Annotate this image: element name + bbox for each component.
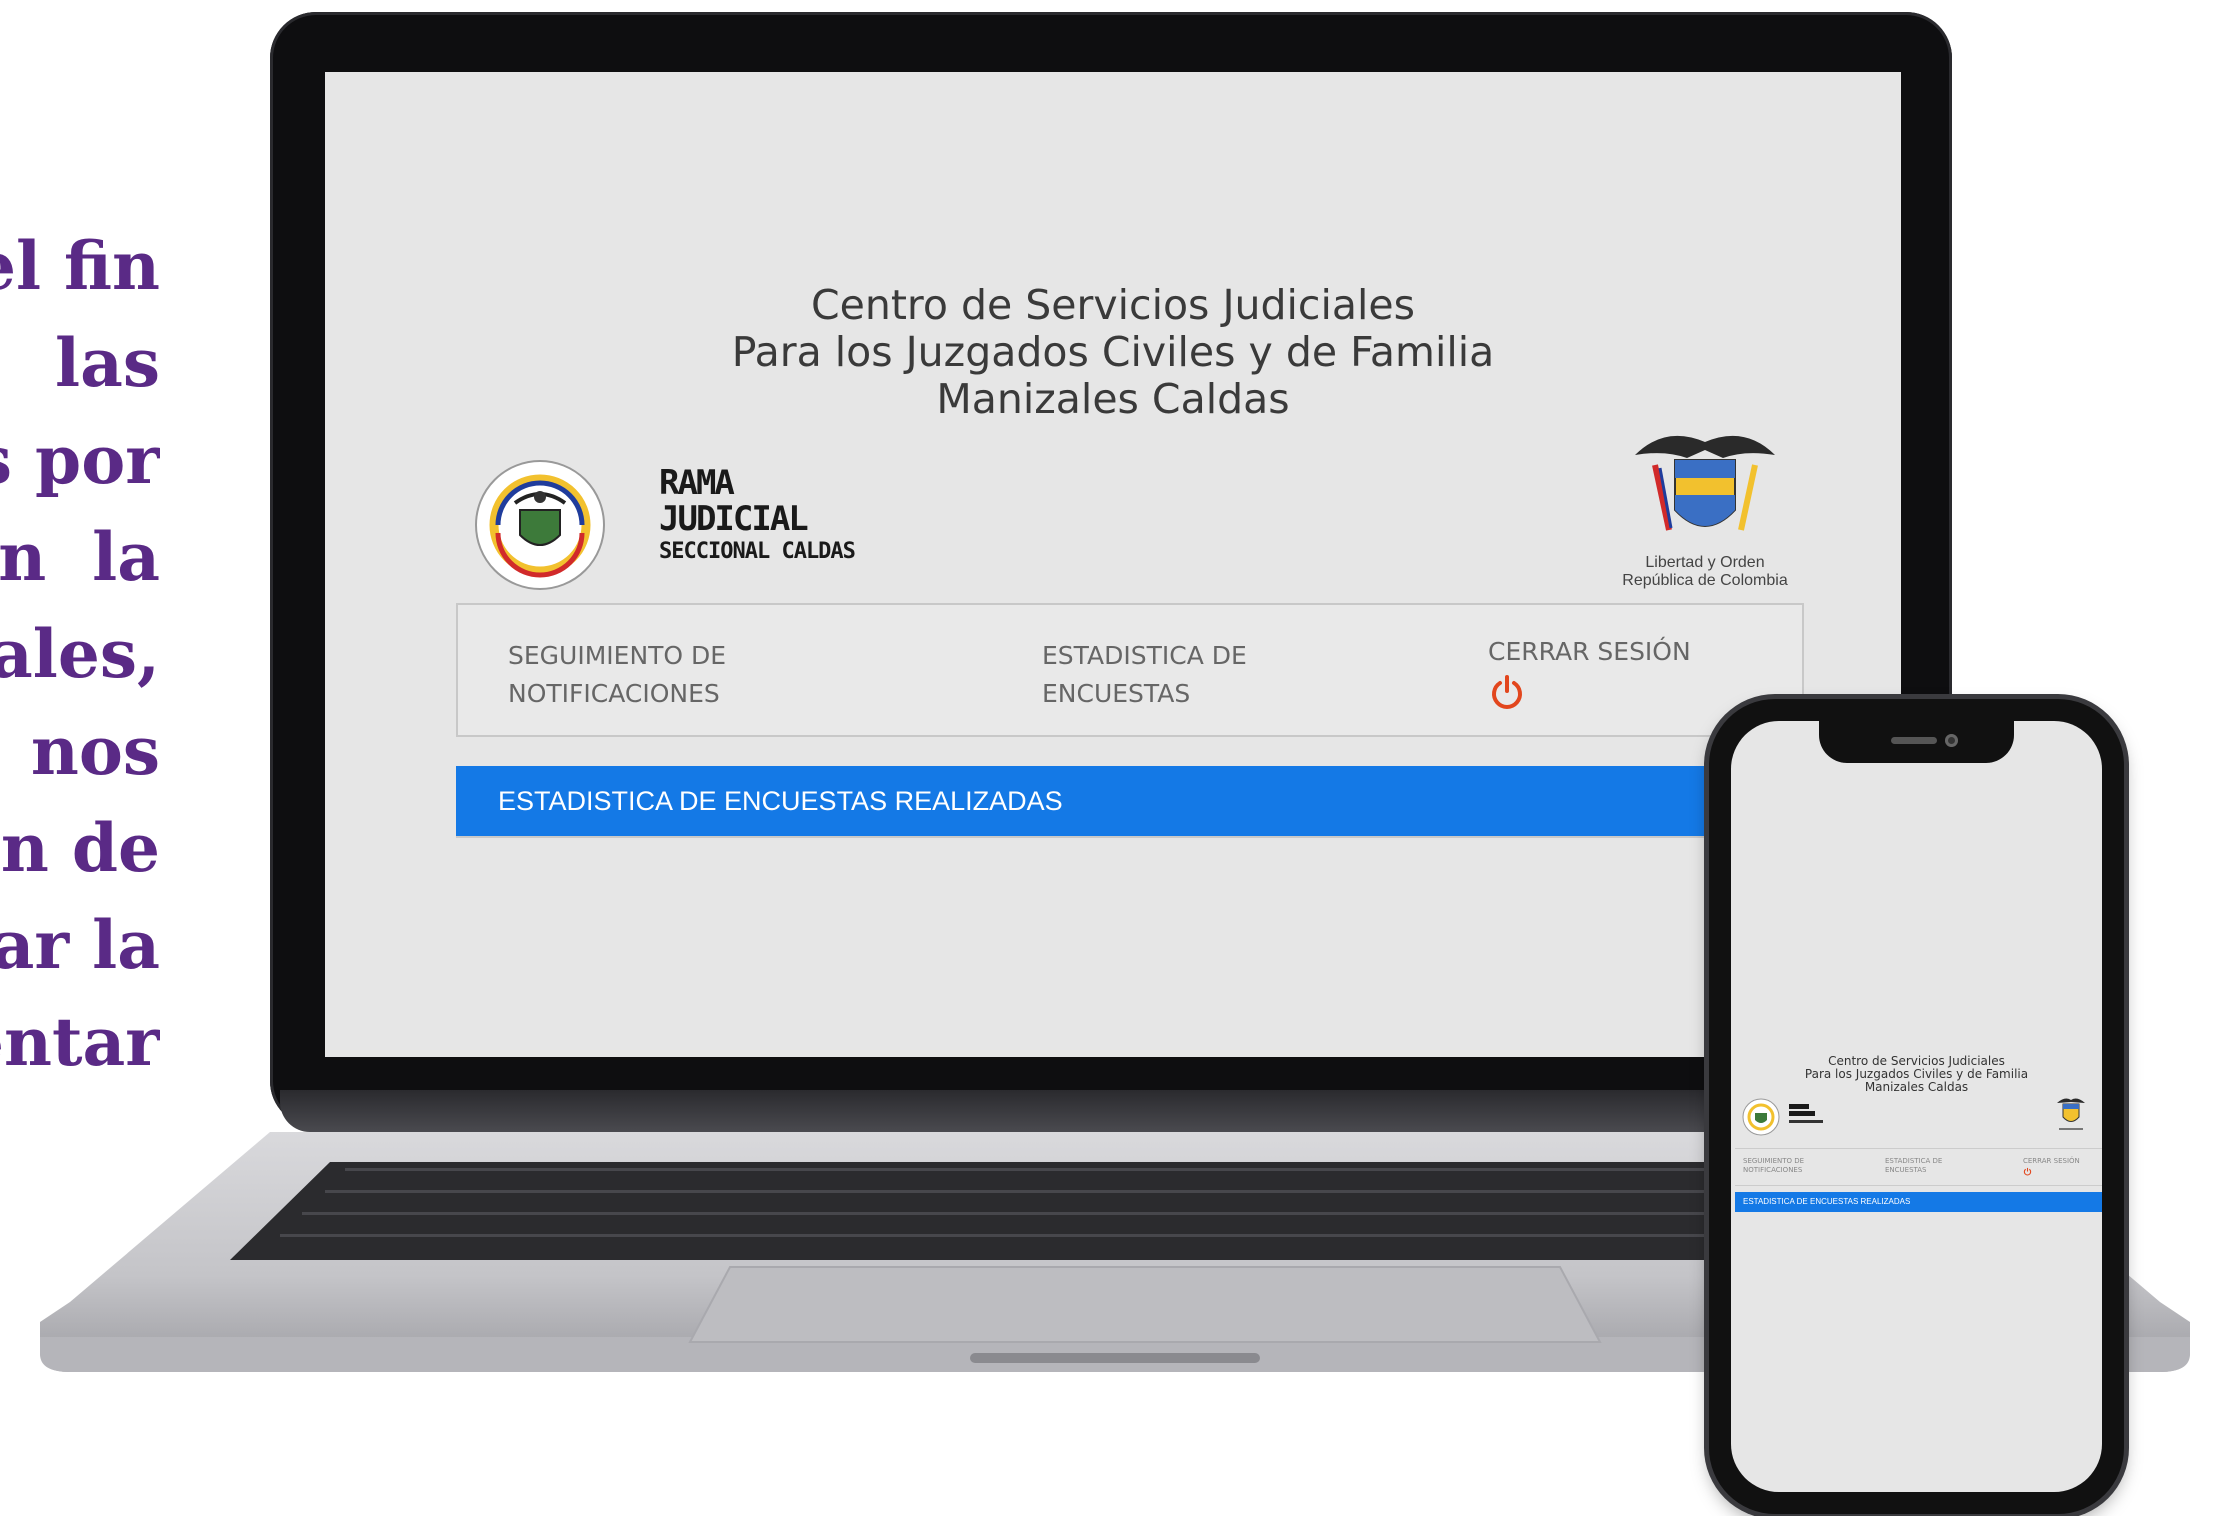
page-title-line: Para los Juzgados Civiles y de Familia [731,328,1495,376]
seccional-caldas-word: SECCIONAL CALDAS [659,539,856,564]
speaker-icon [1891,737,1937,744]
promo-line: entar [0,1003,160,1081]
power-icon [1492,675,1522,709]
nav-label: CERRAR SESIÓN [1488,637,1691,666]
page-title-line: Manizales Caldas [936,375,1290,423]
nav-label: SEGUIMIENTO DE [508,641,727,670]
page-title-line: Centro de Servicios Judiciales [811,281,1415,329]
colombia-coat-of-arms-logo: Libertad y Orden República de Colombia [1605,420,1805,595]
mobile-rama-judicial-logo [1742,1098,1823,1136]
mobile-coat-of-arms-icon [2057,1098,2085,1130]
rama-judicial-seal-icon [475,460,605,590]
coat-of-arms-caption: República de Colombia [1622,572,1788,589]
rama-judicial-wordmark: RAMA JUDICIAL SECCIONAL CALDAS [659,463,856,567]
phone-notch [1819,721,2014,763]
nav-seguimiento-notificaciones[interactable]: SEGUIMIENTO DE NOTIFICACIONES [508,637,848,713]
nav-estadistica-encuestas[interactable]: ESTADISTICA DE ENCUESTAS [1042,637,1382,713]
nav-label: NOTIFICACIONES [508,679,720,708]
promo-line: s por [0,421,160,499]
camera-icon [1945,734,1958,747]
promo-line: en la [0,518,160,596]
promo-line: nos [30,712,160,790]
promo-line: las [55,324,160,402]
mobile-nav-seguimiento-notificaciones[interactable]: SEGUIMIENTO DE NOTIFICACIONES [1743,1157,1823,1175]
mobile-main-nav: SEGUIMIENTO DE NOTIFICACIONES ESTADISTIC… [1735,1148,2102,1186]
mobile-nav-label: CERRAR SESIÓN [2023,1157,2080,1165]
nav-label: ESTADISTICA DE [1042,641,1247,670]
mobile-nav-estadistica-encuestas[interactable]: ESTADISTICA DE ENCUESTAS [1885,1157,1955,1175]
nav-label: ENCUESTAS [1042,679,1191,708]
laptop-screen-content: Centro de Servicios Judiciales Para los … [325,72,1901,1057]
phone-device: Centro de Servicios Judiciales Para los … [1709,699,2124,1514]
main-nav: SEGUIMIENTO DE NOTIFICACIONES ESTADISTIC… [456,603,1804,737]
encuestas-banner[interactable]: ESTADISTICA DE ENCUESTAS REALIZADAS [456,766,1901,836]
mobile-title-line: Manizales Caldas [1864,1080,1969,1094]
mobile-nav-label: NOTIFICACIONES [1743,1166,1803,1174]
rama-word: RAMA [659,463,735,503]
judicial-word: JUDICIAL [659,499,809,539]
mobile-nav-label: ESTADISTICA DE [1885,1157,1943,1165]
promo-line: n de [0,809,160,887]
nav-cerrar-sesion[interactable]: CERRAR SESIÓN [1488,633,1788,711]
promo-text: el fin las s por en la ales, nos n de ar… [0,218,160,1098]
coat-of-arms-icon [1635,435,1775,531]
mobile-page-title: Centro de Servicios Judiciales Para los … [1731,1055,2102,1094]
mobile-nav-label: SEGUIMIENTO DE [1743,1157,1805,1165]
mobile-power-icon [2023,1167,2032,1176]
mobile-nav-cerrar-sesion[interactable]: CERRAR SESIÓN [2023,1157,2093,1176]
laptop-hinge [280,1090,1942,1132]
promo-line: ales, [0,615,160,693]
rama-judicial-logo: RAMA JUDICIAL SECCIONAL CALDAS [465,455,885,595]
mobile-nav-label: ENCUESTAS [1885,1166,1927,1174]
page-title: Centro de Servicios Judiciales Para los … [325,282,1901,423]
mobile-encuestas-banner[interactable]: ESTADISTICA DE ENCUESTAS REALIZADAS [1735,1192,2102,1212]
phone-screen: Centro de Servicios Judiciales Para los … [1731,721,2102,1492]
coat-of-arms-caption: Libertad y Orden [1645,554,1765,571]
promo-line: el fin [0,227,160,305]
promo-line: ar la [0,906,160,984]
